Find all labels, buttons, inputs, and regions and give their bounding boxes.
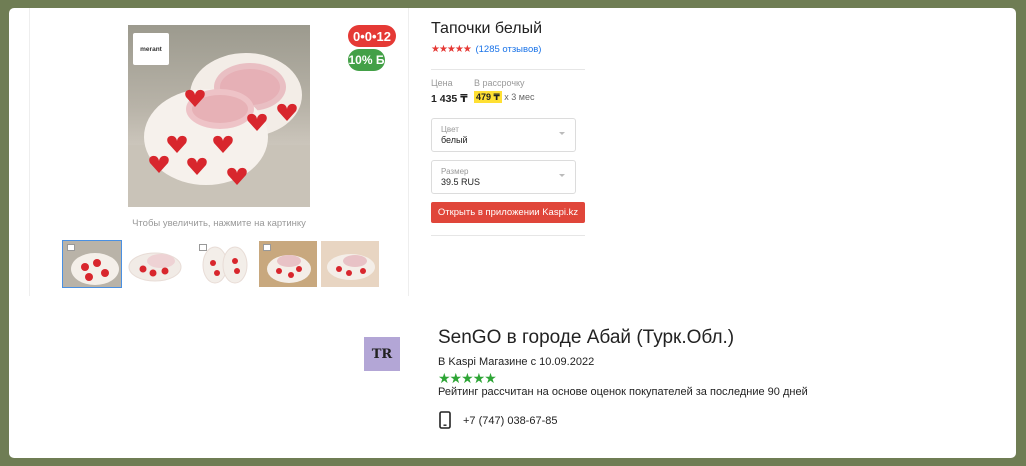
phone-icon: [439, 411, 451, 429]
thumbnail-4[interactable]: [258, 240, 318, 288]
color-select[interactable]: Цвет белый: [431, 118, 576, 152]
seller-logo: TR: [364, 337, 400, 371]
seller-rating-stars: ★★★★★: [438, 370, 497, 386]
seller-rating-note: Рейтинг рассчитан на основе оценок покуп…: [438, 386, 808, 398]
product-title: Тапочки белый: [431, 20, 543, 37]
color-value: белый: [441, 135, 468, 145]
installment-term: х 3 мес: [504, 92, 535, 102]
seller-since: В Kaspi Магазине с 10.09.2022: [438, 356, 595, 368]
reviews-link[interactable]: (1285 отзывов): [475, 44, 541, 55]
size-value: 39.5 RUS: [441, 177, 481, 187]
installment-value: 479 ₸: [474, 91, 502, 103]
bonus-badge: 10% Б: [348, 49, 385, 71]
installment-row: 479 ₸ х 3 мес: [474, 91, 535, 103]
divider: [431, 69, 585, 70]
price-value: 1 435 ₸: [431, 93, 468, 105]
size-select[interactable]: Размер 39.5 RUS: [431, 160, 576, 194]
color-label: Цвет: [441, 125, 459, 134]
size-label: Размер: [441, 167, 469, 176]
seller-phone[interactable]: +7 (747) 038-67-85: [463, 415, 557, 427]
thumbnail-5[interactable]: [320, 240, 380, 288]
main-product-image[interactable]: merant: [128, 25, 310, 207]
installment-badge: 0•0•12: [348, 25, 396, 47]
rating-stars: ★★★★★: [431, 44, 472, 55]
chevron-down-icon: [559, 174, 565, 177]
thumbnail-2[interactable]: [124, 240, 184, 288]
brand-logo: merant: [133, 33, 169, 65]
open-in-kaspi-button[interactable]: Открыть в приложении Kaspi.kz: [431, 202, 585, 223]
zoom-hint: Чтобы увеличить, нажмите на картинку: [132, 218, 306, 229]
product-gallery: merant 0•0•12 10% Б Чтобы увеличить, наж…: [29, 8, 409, 296]
installment-label: В рассрочку: [474, 78, 525, 88]
product-rating: ★★★★★ (1285 отзывов): [431, 44, 541, 55]
seller-name[interactable]: SenGO в городе Абай (Турк.Обл.): [438, 327, 734, 349]
seller-card: TR SenGO в городе Абай (Турк.Обл.) В Kas…: [364, 323, 884, 453]
price-label: Цена: [431, 78, 453, 88]
thumbnail-1[interactable]: [62, 240, 122, 288]
divider: [431, 235, 585, 236]
chevron-down-icon: [559, 132, 565, 135]
thumbnail-strip: [62, 240, 379, 288]
page-frame: merant 0•0•12 10% Б Чтобы увеличить, наж…: [9, 8, 1016, 458]
thumbnail-3[interactable]: [194, 240, 254, 288]
